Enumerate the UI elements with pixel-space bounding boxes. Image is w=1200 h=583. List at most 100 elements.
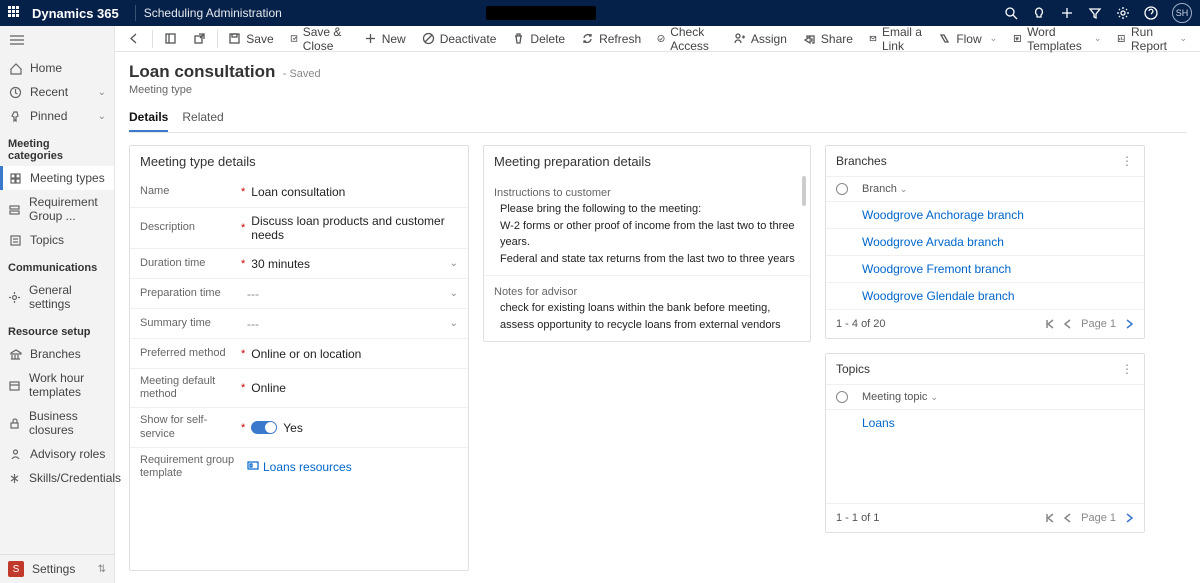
first-page-icon[interactable] — [1045, 319, 1055, 329]
branches-header-row[interactable]: Branch ⌄ — [826, 176, 1144, 201]
branch-row[interactable]: Woodgrove Fremont branch — [826, 255, 1144, 282]
sidebar-toggle[interactable] — [0, 26, 114, 56]
field-value[interactable]: Online — [251, 381, 458, 395]
sidebar-area-switcher[interactable]: S Settings ⇅ — [0, 554, 114, 583]
field-row[interactable]: Summary time---⌄ — [130, 308, 468, 338]
record-count: 1 - 1 of 1 — [836, 512, 879, 524]
field-row[interactable]: Preparation time---⌄ — [130, 278, 468, 308]
sidebar-item[interactable]: Meeting types — [0, 166, 114, 190]
sidebar-recent[interactable]: Recent⌄ — [0, 80, 114, 104]
field-row[interactable]: Requirement group templateLoans resource… — [130, 447, 468, 486]
cmd-email-a-link[interactable]: Email a Link — [862, 22, 929, 56]
required-indicator: * — [241, 382, 245, 394]
cmd-deactivate[interactable]: Deactivate — [415, 29, 504, 49]
cmd-check-access[interactable]: Check Access — [650, 22, 724, 56]
cmd-assign[interactable]: Assign — [726, 29, 794, 49]
column-header[interactable]: Branch — [862, 183, 897, 195]
chevron-down-icon: ⌄ — [990, 33, 998, 44]
field-value[interactable]: 30 minutes — [251, 257, 449, 271]
cmd-save[interactable]: Save — [221, 29, 280, 49]
app-launcher-icon[interactable] — [8, 6, 22, 20]
more-icon[interactable]: ⋮ — [1121, 362, 1134, 376]
notes-text[interactable]: check for existing loans within the bank… — [494, 300, 800, 333]
next-page-icon[interactable] — [1124, 513, 1134, 523]
sidebar-item[interactable]: Business closures — [0, 404, 114, 442]
clock-icon — [8, 85, 22, 99]
field-row[interactable]: Name*Loan consultation — [130, 177, 468, 207]
sidebar-group-header: Communications — [0, 252, 114, 278]
sidebar-item[interactable]: Requirement Group ... — [0, 190, 114, 228]
first-page-icon[interactable] — [1045, 513, 1055, 523]
cmd-panel[interactable] — [157, 29, 184, 48]
topics-header-row[interactable]: Meeting topic ⌄ — [826, 384, 1144, 409]
cmd-flow[interactable]: Flow⌄ — [931, 29, 1004, 49]
field-value[interactable]: --- — [247, 317, 450, 331]
chevron-down-icon: ⌄ — [1179, 33, 1187, 44]
record-state: - Saved — [283, 68, 321, 80]
sidebar-item[interactable]: Work hour templates — [0, 366, 114, 404]
cal-icon — [8, 378, 21, 392]
sidebar-item[interactable]: Skills/Credentials — [0, 466, 114, 490]
sidebar-item[interactable]: General settings — [0, 278, 114, 316]
next-page-icon[interactable] — [1124, 319, 1134, 329]
instructions-text[interactable]: Please bring the following to the meetin… — [494, 201, 800, 267]
branch-row[interactable]: Woodgrove Anchorage branch — [826, 201, 1144, 228]
field-value[interactable]: Discuss loan products and customer needs — [251, 214, 458, 242]
lightbulb-icon[interactable] — [1032, 6, 1046, 20]
help-icon[interactable] — [1144, 6, 1158, 20]
cmd-new[interactable]: New — [357, 29, 413, 49]
field-row[interactable]: Duration time*30 minutes⌄ — [130, 248, 468, 278]
lookup-value[interactable]: Loans resources — [247, 459, 458, 474]
cmd-refresh[interactable]: Refresh — [574, 29, 648, 49]
lock-icon — [8, 416, 21, 430]
tab-details[interactable]: Details — [129, 106, 168, 132]
more-icon[interactable]: ⋮ — [1121, 154, 1134, 168]
field-label: Summary time — [140, 317, 235, 330]
field-value[interactable]: Loan consultation — [251, 185, 458, 199]
plus-icon[interactable] — [1060, 6, 1074, 20]
select-all-radio[interactable] — [836, 183, 848, 195]
chevron-down-icon: ⌄ — [450, 288, 458, 299]
redacted-region — [486, 6, 596, 20]
sidebar-pinned[interactable]: Pinned⌄ — [0, 104, 114, 128]
cmd-popout[interactable] — [186, 29, 213, 48]
cmd-back[interactable] — [121, 29, 148, 48]
prev-page-icon[interactable] — [1063, 319, 1073, 329]
column-header[interactable]: Meeting topic — [862, 391, 927, 403]
scrollbar[interactable] — [802, 176, 806, 206]
field-row[interactable]: Description*Discuss loan products and cu… — [130, 207, 468, 248]
chevron-down-icon: ⌄ — [930, 392, 938, 403]
field-row[interactable]: Meeting default method*Online — [130, 368, 468, 407]
branch-row[interactable]: Woodgrove Glendale branch — [826, 282, 1144, 309]
topic-row[interactable]: Loans — [826, 409, 1144, 436]
cmd-delete[interactable]: Delete — [505, 29, 572, 49]
select-all-radio[interactable] — [836, 391, 848, 403]
field-value[interactable]: Online or on location — [251, 347, 458, 361]
sidebar-item[interactable]: Topics — [0, 228, 114, 252]
filter-icon[interactable] — [1088, 6, 1102, 20]
gear-icon[interactable] — [1116, 6, 1130, 20]
prev-page-icon[interactable] — [1063, 513, 1073, 523]
user-avatar[interactable]: SH — [1172, 3, 1192, 23]
chevron-updown-icon: ⇅ — [98, 564, 106, 575]
sidebar-item[interactable]: Advisory roles — [0, 442, 114, 466]
cmd-share[interactable]: Share — [796, 29, 860, 49]
field-label: Duration time — [140, 257, 235, 270]
skill-icon — [8, 471, 21, 485]
sidebar-group-header: Meeting categories — [0, 128, 114, 166]
branch-row[interactable]: Woodgrove Arvada branch — [826, 228, 1144, 255]
toggle[interactable] — [251, 421, 277, 434]
field-row[interactable]: Show for self-service*Yes — [130, 407, 468, 446]
sidebar-item[interactable]: Branches — [0, 342, 114, 366]
field-row[interactable]: Preferred method*Online or on location — [130, 338, 468, 368]
sidebar-home[interactable]: Home — [0, 56, 114, 80]
cmd-word-templates[interactable]: Word Templates⌄ — [1006, 22, 1108, 56]
tab-related[interactable]: Related — [182, 106, 223, 132]
brand: Dynamics 365 — [32, 6, 119, 21]
cmd-save-&-close[interactable]: Save & Close — [283, 22, 355, 56]
instructions-label: Instructions to customer — [494, 187, 800, 199]
field-value[interactable]: --- — [247, 287, 450, 301]
search-icon[interactable] — [1004, 6, 1018, 20]
cmd-run-report[interactable]: Run Report⌄ — [1110, 22, 1194, 56]
command-bar: SaveSave & CloseNewDeactivateDeleteRefre… — [115, 26, 1200, 52]
